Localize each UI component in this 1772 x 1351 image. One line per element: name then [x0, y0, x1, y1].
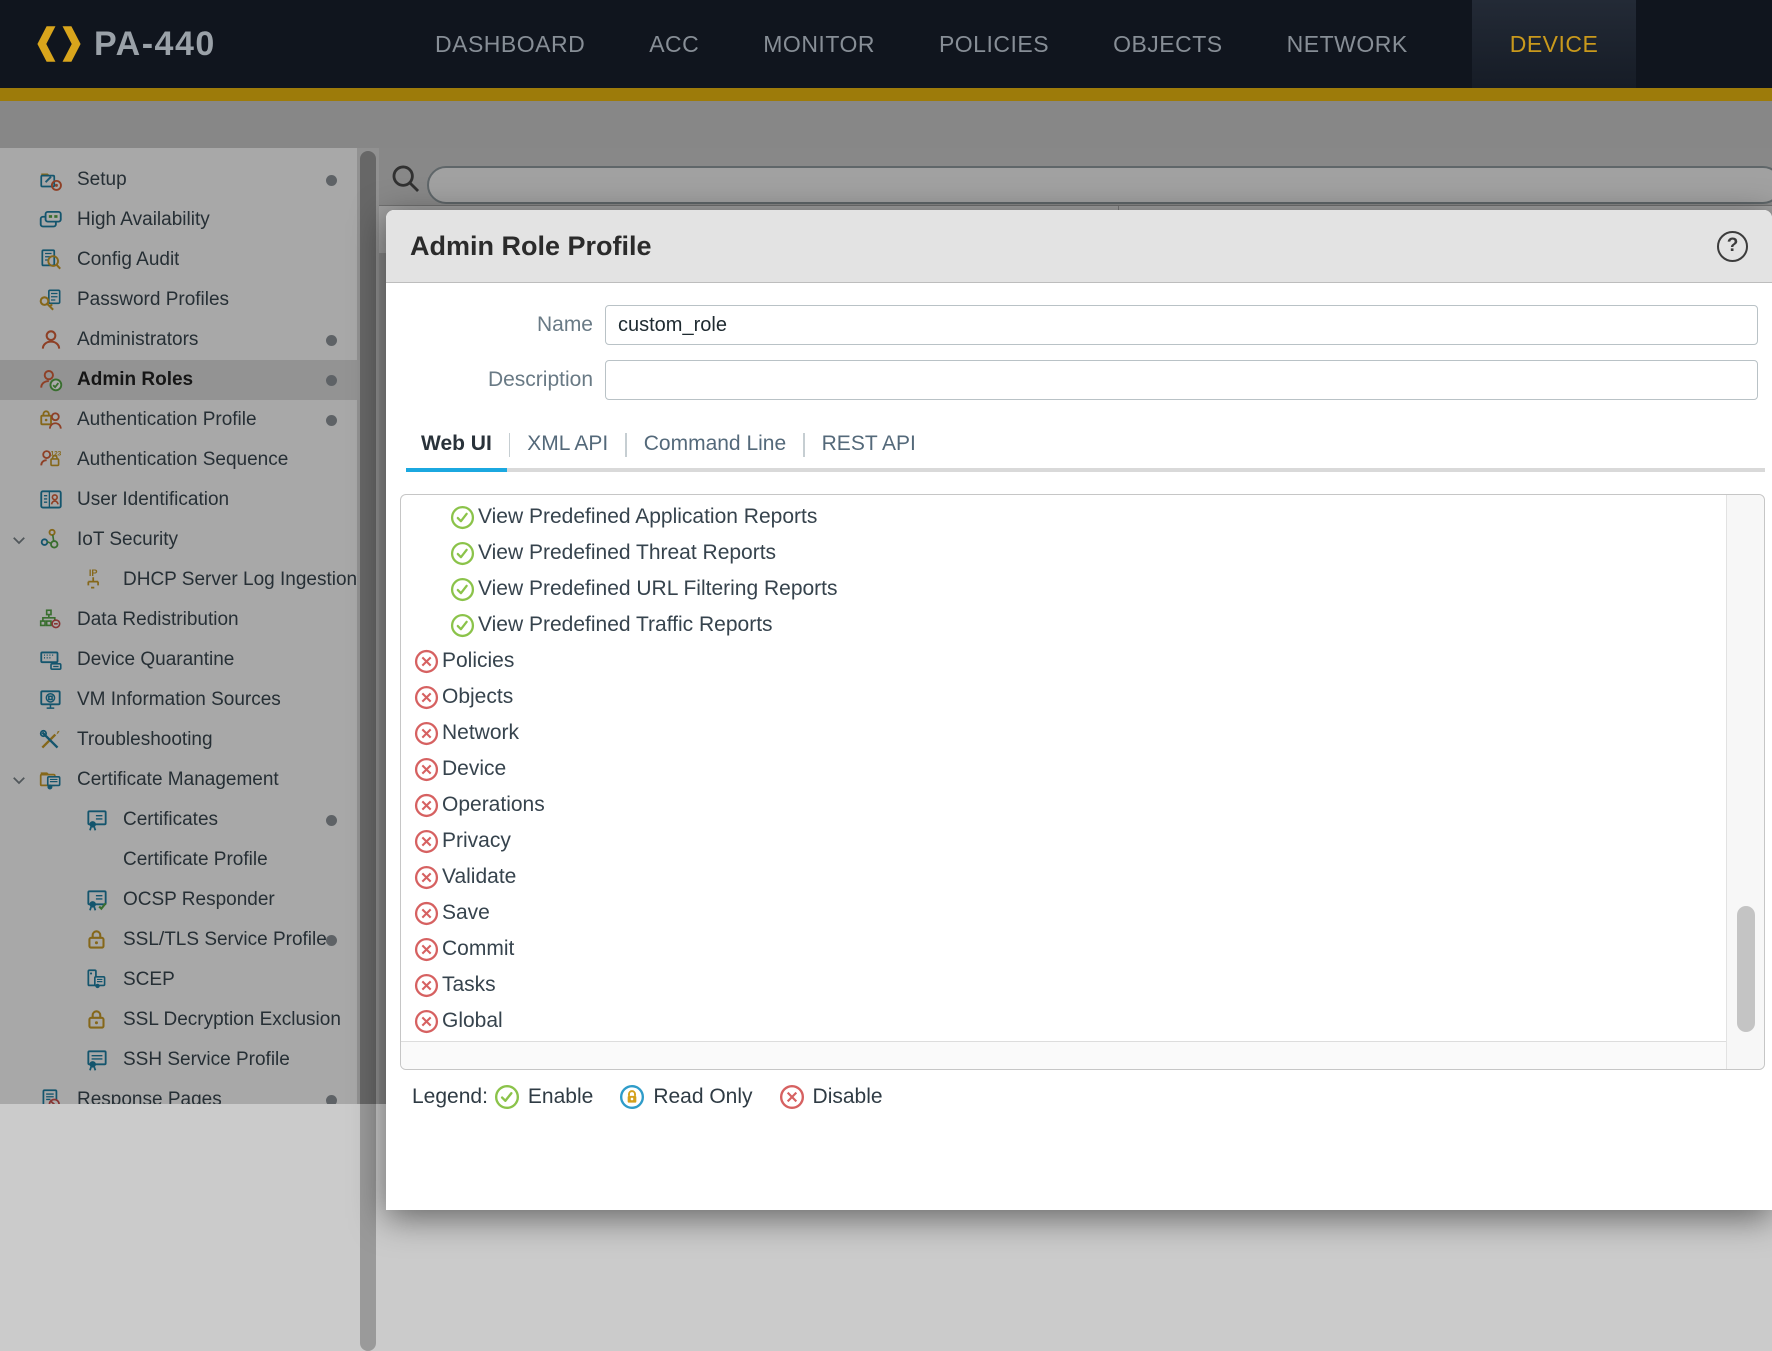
- legend-title: Legend:: [412, 1085, 488, 1108]
- dialog-header[interactable]: Admin Role Profile ?: [386, 210, 1772, 283]
- nav-tab-dashboard[interactable]: DASHBOARD: [435, 0, 585, 88]
- disable-state-icon[interactable]: [414, 973, 439, 998]
- help-icon[interactable]: ?: [1717, 230, 1748, 262]
- nav-tab-network[interactable]: NETWORK: [1287, 0, 1408, 88]
- tree-item-label: View Predefined Traffic Reports: [478, 613, 773, 636]
- tree-item-label: Global: [442, 1009, 503, 1032]
- disable-state-icon[interactable]: [414, 829, 439, 854]
- legend-item-disable: Disable: [779, 1084, 883, 1110]
- enable-state-icon[interactable]: [450, 577, 475, 602]
- dialog-tab-web-ui[interactable]: Web UI: [406, 422, 507, 472]
- nav-tab-acc[interactable]: ACC: [649, 0, 699, 88]
- disable-state-icon[interactable]: [414, 1009, 439, 1034]
- description-input[interactable]: [605, 360, 1758, 400]
- tree-item-privacy[interactable]: Privacy: [401, 823, 1727, 859]
- description-field-row: Description: [386, 360, 1772, 400]
- tree-item-label: Commit: [442, 937, 515, 960]
- disable-state-icon[interactable]: [414, 937, 439, 962]
- tree-item-view-predefined-traffic-reports[interactable]: View Predefined Traffic Reports: [401, 607, 1727, 643]
- disable-state-icon[interactable]: [414, 901, 439, 926]
- legend-row: Legend: Enable Read Only Disable: [412, 1084, 1772, 1110]
- top-nav: PA-440 DASHBOARD ACC MONITOR POLICIES OBJECT…: [0, 0, 1772, 88]
- disable-state-icon[interactable]: [414, 721, 439, 746]
- tree-item-save[interactable]: Save: [401, 895, 1727, 931]
- disable-state-icon[interactable]: [414, 685, 439, 710]
- dialog-tabs: Web UI XML API Command Line REST API: [406, 422, 1765, 472]
- tree-item-device[interactable]: Device: [401, 751, 1727, 787]
- tab-separator: [508, 433, 511, 457]
- legend-item-enable: Enable: [494, 1084, 593, 1110]
- tree-item-operations[interactable]: Operations: [401, 787, 1727, 823]
- permission-tree-panel: View Predefined Application Reports View …: [400, 494, 1765, 1070]
- legend-item-label: Disable: [812, 1085, 883, 1108]
- legend-item-label: Read Only: [653, 1085, 753, 1108]
- nav-tab-objects[interactable]: OBJECTS: [1113, 0, 1223, 88]
- enable-legend-icon: [494, 1084, 520, 1110]
- tab-separator: [803, 433, 805, 457]
- legend-item-read-only: Read Only: [619, 1084, 753, 1110]
- tree-item-label: View Predefined Application Reports: [478, 505, 818, 528]
- tree-item-network[interactable]: Network: [401, 715, 1727, 751]
- legend-item-label: Enable: [527, 1085, 594, 1108]
- tree-scrollbar-thumb[interactable]: [1737, 906, 1755, 1032]
- brand-logo: PA-440: [36, 22, 216, 66]
- tree-item-label: Network: [442, 721, 520, 744]
- nav-tab-policies[interactable]: POLICIES: [939, 0, 1049, 88]
- enable-state-icon[interactable]: [450, 613, 475, 638]
- name-input[interactable]: [605, 305, 1758, 345]
- disable-state-icon[interactable]: [414, 793, 439, 818]
- enable-state-icon[interactable]: [450, 505, 475, 530]
- tree-item-tasks[interactable]: Tasks: [401, 967, 1727, 1003]
- dialog-tab-rest-api[interactable]: REST API: [807, 422, 931, 468]
- tree-item-label: Policies: [442, 649, 515, 672]
- tree-item-label: View Predefined URL Filtering Reports: [478, 577, 838, 600]
- tree-item-label: Device: [442, 757, 507, 780]
- permission-tree: View Predefined Application Reports View …: [401, 495, 1727, 1042]
- nav-tabs: DASHBOARD ACC MONITOR POLICIES OBJECTS NETWOR…: [435, 0, 1637, 88]
- nav-tab-device[interactable]: DEVICE: [1471, 0, 1637, 88]
- disable-state-icon[interactable]: [414, 649, 439, 674]
- tree-item-validate[interactable]: Validate: [401, 859, 1727, 895]
- dialog-tab-xml-api[interactable]: XML API: [512, 422, 623, 468]
- dialog-tab-command-line[interactable]: Command Line: [629, 422, 801, 468]
- tree-item-commit[interactable]: Commit: [401, 931, 1727, 967]
- tree-item-label: Save: [442, 901, 490, 924]
- nav-tab-monitor[interactable]: MONITOR: [763, 0, 875, 88]
- tree-item-view-predefined-url-filtering-reports[interactable]: View Predefined URL Filtering Reports: [401, 571, 1727, 607]
- tab-separator: [625, 433, 627, 457]
- dialog-title: Admin Role Profile: [410, 230, 652, 261]
- tree-item-label: Privacy: [442, 829, 511, 852]
- tree-item-label: Operations: [442, 793, 545, 816]
- tree-item-view-predefined-application-reports[interactable]: View Predefined Application Reports: [401, 499, 1727, 535]
- disable-state-icon[interactable]: [414, 865, 439, 890]
- tree-footer-strip: [401, 1041, 1727, 1069]
- readonly-legend-icon: [619, 1084, 645, 1110]
- pan-logo-icon: [37, 26, 81, 62]
- name-label: Name: [536, 313, 593, 336]
- tree-item-objects[interactable]: Objects: [401, 679, 1727, 715]
- tree-item-label: Tasks: [442, 973, 496, 996]
- device-model-label: PA-440: [94, 24, 216, 63]
- enable-state-icon[interactable]: [450, 541, 475, 566]
- tree-item-label: View Predefined Threat Reports: [478, 541, 777, 564]
- disable-legend-icon: [779, 1084, 805, 1110]
- disable-state-icon[interactable]: [414, 757, 439, 782]
- tree-scrollbar[interactable]: [1726, 495, 1764, 1069]
- tree-item-view-predefined-threat-reports[interactable]: View Predefined Threat Reports: [401, 535, 1727, 571]
- tree-item-policies[interactable]: Policies: [401, 643, 1727, 679]
- admin-role-profile-dialog: Admin Role Profile ? Name Description We…: [386, 210, 1772, 1210]
- tree-item-label: Objects: [442, 685, 514, 708]
- description-label: Description: [487, 368, 593, 391]
- tree-item-global[interactable]: Global: [401, 1003, 1727, 1039]
- tree-item-label: Validate: [442, 865, 517, 888]
- name-field-row: Name: [386, 305, 1772, 345]
